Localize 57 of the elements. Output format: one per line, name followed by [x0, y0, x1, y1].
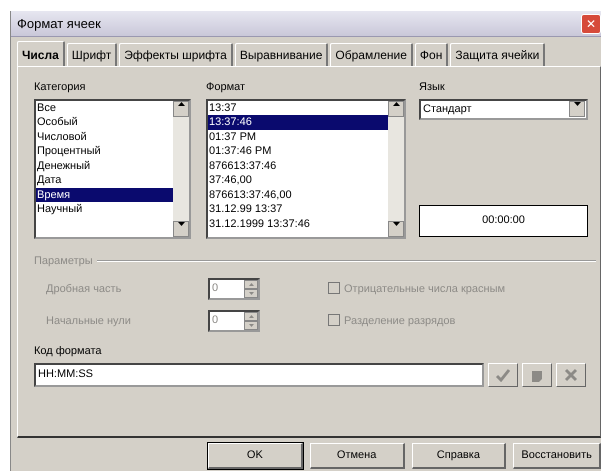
scroll-up-icon — [248, 315, 254, 318]
option-label: Начальные нули — [46, 314, 132, 329]
list-item[interactable]: 31.12.99 13:37 — [208, 202, 388, 216]
tab[interactable]: Шрифт — [66, 43, 118, 66]
list-item[interactable]: Денежный — [36, 158, 173, 173]
scroll-up-icon — [392, 102, 400, 106]
section-title: Параметры — [34, 254, 93, 268]
scroll-up-icon — [248, 283, 254, 286]
close-button[interactable]: ✕ — [581, 14, 601, 34]
tab[interactable]: Эффекты шрифта — [119, 43, 233, 66]
list-item[interactable]: 876613:37:46 — [208, 158, 388, 173]
list-item[interactable]: Числовой — [36, 130, 173, 144]
checkmark-icon — [495, 368, 511, 382]
list-item[interactable]: Особый — [36, 115, 173, 130]
dialog-button[interactable]: Восстановить — [513, 443, 601, 469]
dialog-button[interactable]: OK — [208, 443, 303, 469]
list-item[interactable]: 01:37 PM — [208, 130, 388, 144]
scroll-down-icon — [178, 222, 184, 226]
category-list[interactable]: Все Особый Числовой Процентный Денежный Дата Время Научный — [34, 98, 191, 238]
window-title: Формат ячеек — [17, 14, 101, 33]
delete-button[interactable] — [556, 362, 586, 386]
tab[interactable]: Защита ячейки — [450, 43, 546, 66]
list-item[interactable]: 13:37:46 — [208, 115, 388, 130]
preview-box: 00:00:00 — [419, 204, 588, 236]
tab[interactable]: Числа — [17, 41, 65, 66]
list-item[interactable]: Процентный — [36, 144, 173, 158]
scrollbar[interactable] — [388, 100, 404, 236]
dialog-button[interactable]: Отмена — [310, 443, 404, 469]
list-item[interactable]: 37:46,00 — [208, 173, 388, 188]
accept-button[interactable] — [488, 362, 518, 386]
list-item[interactable]: 31.12.1999 13:37:46 — [208, 216, 388, 231]
scrollbar[interactable] — [173, 100, 189, 236]
dialog-button[interactable]: Справка — [412, 443, 506, 469]
language-dropdown[interactable]: Стандарт — [419, 98, 588, 120]
option-label: Дробная часть — [46, 282, 122, 297]
language-label: Язык — [419, 80, 446, 95]
format-code-label: Код формата — [34, 344, 103, 359]
scroll-up-icon — [178, 102, 184, 106]
format-code-field[interactable]: HH:MM:SS — [34, 362, 484, 386]
comment-button[interactable] — [522, 362, 552, 386]
scroll-down-icon — [248, 324, 254, 327]
tab[interactable]: Фон — [414, 43, 448, 66]
scroll-down-icon — [248, 292, 254, 295]
delete-icon — [564, 368, 578, 382]
list-item[interactable]: Научный — [36, 202, 173, 216]
list-item[interactable]: Все — [36, 100, 173, 115]
format-list[interactable]: 13:37 13:37:46 01:37 PM 01:37:46 PM 876613:37:46 37:46,00 876613:37:46,00 31.12.99 13:37 31.12.1999 13:37:46 — [206, 98, 406, 238]
scroll-down-icon — [392, 222, 400, 226]
list-item[interactable]: 876613:37:46,00 — [208, 188, 388, 202]
list-item[interactable]: Дата — [36, 173, 173, 188]
list-item[interactable]: 01:37:46 PM — [208, 144, 388, 158]
category-label: Категория — [34, 80, 86, 95]
tab[interactable]: Выравнивание — [234, 43, 328, 66]
list-item[interactable]: 13:37 — [208, 100, 388, 115]
format-label: Формат — [206, 80, 246, 95]
list-item[interactable]: Время — [36, 188, 173, 202]
tab[interactable]: Обрамление — [330, 43, 413, 66]
